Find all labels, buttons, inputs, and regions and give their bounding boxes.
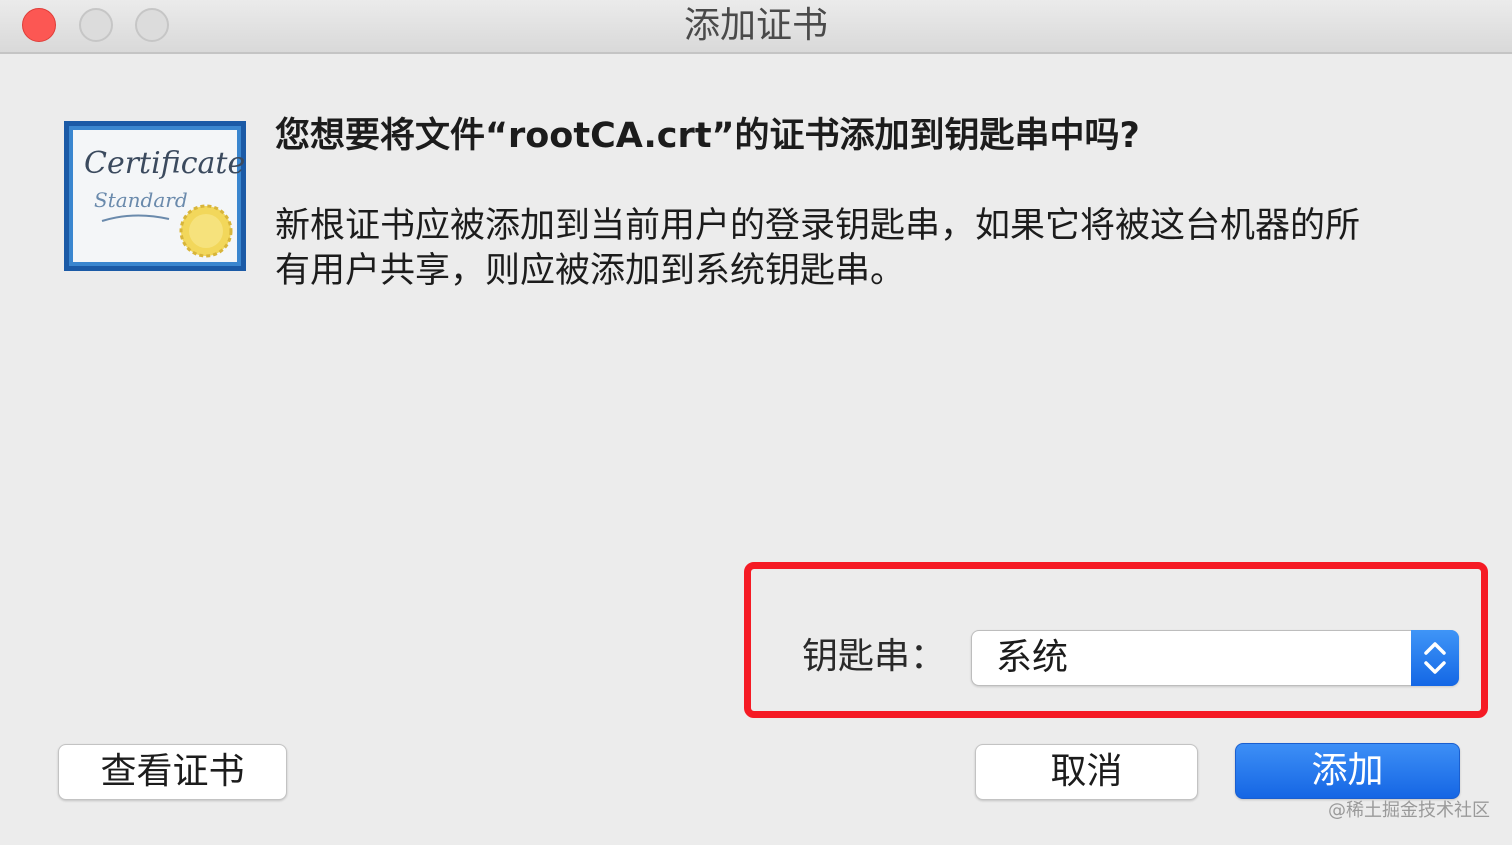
dialog-heading: 您想要将文件“rootCA.crt”的证书添加到钥匙串中吗?: [275, 116, 1140, 156]
window-title: 添加证书: [683, 5, 828, 46]
keychain-select-value: 系统: [996, 637, 1069, 678]
certificate-icon: Certificate Standard: [64, 121, 246, 271]
title-bar: 添加证书: [0, 0, 1512, 54]
watermark: @稀土掘金技术社区: [1328, 800, 1490, 821]
select-stepper[interactable]: [1411, 630, 1459, 686]
keychain-label: 钥匙串：: [802, 636, 947, 677]
cancel-button[interactable]: 取消: [975, 744, 1198, 800]
view-certificate-button[interactable]: 查看证书: [58, 744, 287, 800]
standard-word: Standard: [94, 188, 188, 212]
dialog-body-line: 新根证书应被添加到当前用户的登录钥匙串，如果它将被这台机器的所: [275, 206, 1361, 246]
certificate-word: Certificate: [84, 146, 245, 181]
gold-seal-icon: [179, 204, 233, 258]
keychain-select[interactable]: 系统: [971, 630, 1459, 686]
chevron-up-down-icon: [1424, 642, 1446, 674]
add-button[interactable]: 添加: [1235, 743, 1460, 799]
dialog-body: 新根证书应被添加到当前用户的登录钥匙串，如果它将被这台机器的所 有用户共享，则应…: [275, 204, 1455, 294]
dialog-body-line: 有用户共享，则应被添加到系统钥匙串。: [275, 251, 906, 291]
